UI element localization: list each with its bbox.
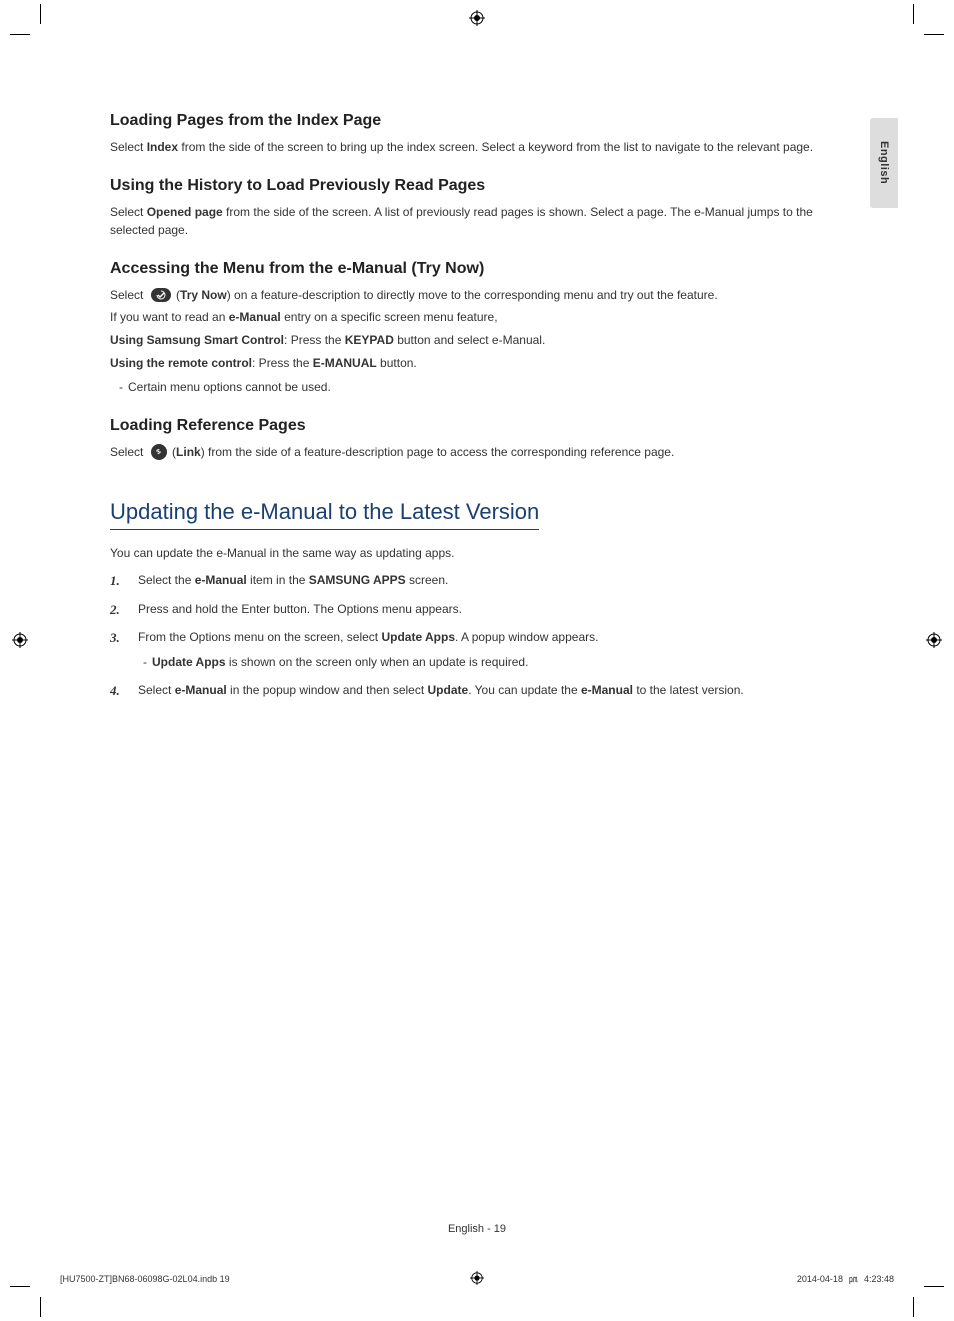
section-paragraph: Using Samsung Smart Control: Press the K… <box>110 331 830 350</box>
crop-mark <box>924 1286 944 1287</box>
print-file-label: [HU7500-ZT]BN68-06098G-02L04.indb 19 <box>60 1274 230 1284</box>
section-title-update: Updating the e-Manual to the Latest Vers… <box>110 499 539 530</box>
print-datetime: 2014-04-18 ㏘ 4:23:48 <box>797 1272 894 1285</box>
note-item: -Certain menu options cannot be used. <box>110 378 830 397</box>
registration-mark-icon <box>469 10 485 26</box>
crop-mark <box>40 1297 41 1317</box>
crop-mark <box>913 4 914 24</box>
registration-mark-icon <box>12 632 28 648</box>
crop-mark <box>40 4 41 24</box>
section-paragraph: Select (Try Now) on a feature-descriptio… <box>110 286 830 305</box>
registration-mark-icon <box>926 632 942 648</box>
section-paragraph: If you want to read an e-Manual entry on… <box>110 308 830 327</box>
print-date: 2014-04-18 <box>797 1274 843 1284</box>
crop-mark <box>924 34 944 35</box>
section-paragraph: Select (Link) from the side of a feature… <box>110 443 830 462</box>
list-item: From the Options menu on the screen, sel… <box>110 628 830 671</box>
crop-mark <box>10 34 30 35</box>
language-tab-label: English <box>878 141 890 184</box>
update-steps-list: Select the e-Manual item in the SAMSUNG … <box>110 571 830 700</box>
crop-mark <box>10 1286 30 1287</box>
link-icon <box>151 444 167 460</box>
manual-page: English Loading Pages from the Index Pag… <box>0 0 954 1321</box>
list-item: Press and hold the Enter button. The Opt… <box>110 600 830 619</box>
section-paragraph: Using the remote control: Press the E-MA… <box>110 354 830 373</box>
try-now-icon <box>151 288 171 302</box>
section-heading-reference: Loading Reference Pages <box>110 417 830 435</box>
print-time: 4:23:48 <box>864 1274 894 1284</box>
registration-mark-icon <box>470 1271 484 1287</box>
section-paragraph: Select Index from the side of the screen… <box>110 138 830 157</box>
section-paragraph: Select Opened page from the side of the … <box>110 203 830 240</box>
list-item: Select the e-Manual item in the SAMSUNG … <box>110 571 830 590</box>
print-ampm: ㏘ <box>849 1272 858 1285</box>
print-footer: [HU7500-ZT]BN68-06098G-02L04.indb 19 201… <box>60 1272 894 1285</box>
list-item: Select e-Manual in the popup window and … <box>110 681 830 700</box>
note-item: -Update Apps is shown on the screen only… <box>138 653 830 672</box>
content-area: Loading Pages from the Index Page Select… <box>110 112 830 710</box>
section-heading-history: Using the History to Load Previously Rea… <box>110 177 830 195</box>
page-footer: English - 19 <box>0 1223 954 1235</box>
page-number-label: English - 19 <box>448 1223 506 1235</box>
section-heading-index: Loading Pages from the Index Page <box>110 112 830 130</box>
crop-mark <box>913 1297 914 1317</box>
language-tab: English <box>870 118 898 208</box>
section-paragraph: You can update the e-Manual in the same … <box>110 544 830 563</box>
section-heading-menu-access: Accessing the Menu from the e-Manual (Tr… <box>110 260 830 278</box>
